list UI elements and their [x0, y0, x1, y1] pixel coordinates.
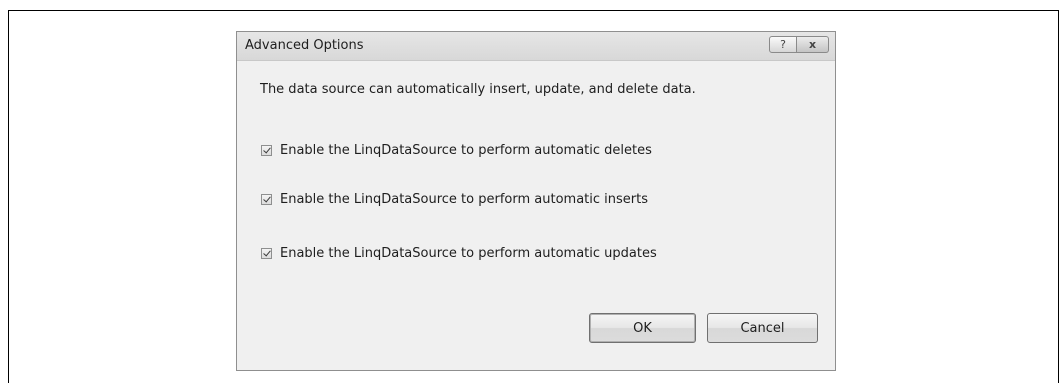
option-inserts[interactable]: Enable the LinqDataSource to perform aut… [261, 192, 648, 207]
option-updates[interactable]: Enable the LinqDataSource to perform aut… [261, 246, 657, 261]
title-bar-buttons: ? x [769, 36, 829, 53]
dialog-title: Advanced Options [245, 38, 364, 53]
checkbox-inserts[interactable] [261, 194, 272, 205]
option-updates-label: Enable the LinqDataSource to perform aut… [280, 246, 657, 261]
dialog-content: The data source can automatically insert… [237, 61, 835, 370]
option-inserts-label: Enable the LinqDataSource to perform aut… [280, 192, 648, 207]
checkbox-updates[interactable] [261, 248, 272, 259]
advanced-options-dialog: Advanced Options ? x The data source can… [236, 31, 836, 371]
help-button[interactable]: ? [769, 36, 797, 53]
option-deletes-label: Enable the LinqDataSource to perform aut… [280, 143, 652, 158]
option-deletes[interactable]: Enable the LinqDataSource to perform aut… [261, 143, 652, 158]
cancel-button[interactable]: Cancel [707, 313, 818, 343]
description-text: The data source can automatically insert… [260, 82, 696, 97]
close-button[interactable]: x [797, 36, 829, 53]
checkbox-deletes[interactable] [261, 145, 272, 156]
title-bar: Advanced Options ? x [237, 32, 835, 61]
ok-button[interactable]: OK [589, 313, 696, 343]
close-icon: x [808, 38, 817, 51]
help-icon: ? [780, 38, 786, 51]
